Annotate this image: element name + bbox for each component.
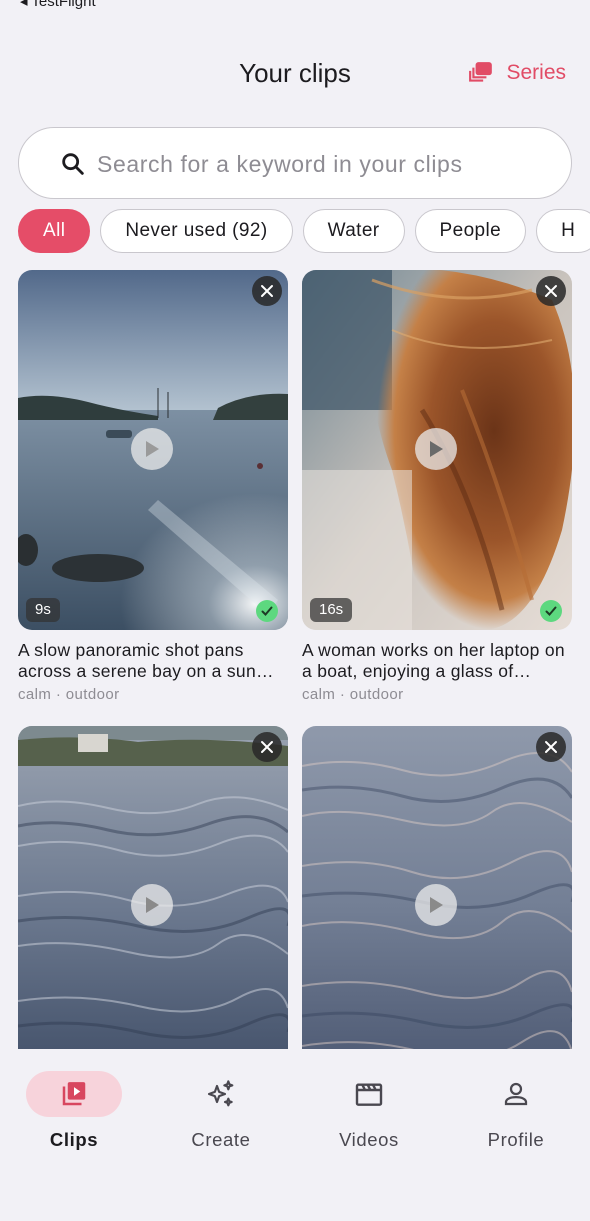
search-icon: [62, 153, 84, 175]
clip-tags: calm · outdoor: [18, 686, 120, 703]
nav-label-clips: Clips: [49, 1129, 99, 1150]
nav-icon-wrap: [321, 1071, 417, 1117]
play-icon: [430, 897, 443, 913]
clip-description: A woman works on her laptop on a boat, e…: [302, 640, 565, 681]
clip-description: A slow panoramic shot pans across a sere…: [18, 640, 274, 681]
person-icon: [504, 1082, 528, 1106]
nav-label-videos: Videos: [339, 1129, 399, 1150]
search-bar[interactable]: [18, 127, 572, 199]
chip-never-used[interactable]: Never used (92): [100, 209, 293, 253]
chip-partial[interactable]: H: [536, 209, 590, 253]
nav-icon-wrap: [173, 1071, 269, 1117]
chip-all[interactable]: All: [18, 209, 91, 253]
series-button[interactable]: Series: [468, 60, 566, 86]
sparkle-icon: [207, 1080, 234, 1107]
play-button[interactable]: [415, 884, 457, 926]
used-check-icon: [256, 600, 278, 622]
film-icon: [355, 1083, 383, 1106]
clip-thumbnail[interactable]: 16s: [302, 270, 572, 630]
back-to-testflight[interactable]: ◂ TestFlight: [20, 0, 96, 10]
header: Your clips Series: [0, 50, 590, 98]
close-icon: [545, 741, 557, 753]
clip-thumbnail[interactable]: 9s: [18, 270, 288, 630]
play-button[interactable]: [131, 428, 173, 470]
nav-label-profile: Profile: [487, 1129, 545, 1150]
remove-clip-button[interactable]: [252, 732, 282, 762]
nav-active-indicator: [26, 1071, 122, 1117]
chip-people[interactable]: People: [414, 209, 527, 253]
duration-badge: 9s: [26, 598, 60, 622]
close-icon: [261, 741, 273, 753]
clip-card[interactable]: [302, 726, 572, 1086]
clips-icon: [62, 1082, 86, 1106]
remove-clip-button[interactable]: [536, 732, 566, 762]
nav-item-clips[interactable]: Clips: [0, 1071, 148, 1151]
duration-badge: 16s: [310, 598, 353, 622]
play-button[interactable]: [415, 428, 457, 470]
filter-chips: All Never used (92) Water People H: [18, 209, 590, 255]
nav-item-videos[interactable]: Videos: [295, 1071, 443, 1151]
close-icon: [261, 285, 273, 297]
series-icon: [469, 62, 493, 82]
series-label: Series: [506, 61, 566, 84]
clip-tags: calm · outdoor: [302, 686, 404, 703]
remove-clip-button[interactable]: [536, 276, 566, 306]
nav-item-profile[interactable]: Profile: [442, 1071, 590, 1151]
play-button[interactable]: [131, 884, 173, 926]
clip-card[interactable]: [18, 726, 288, 1086]
clip-card[interactable]: 16s A woman works on her laptop on a boa…: [302, 270, 572, 703]
bottom-navigation: Clips Create Videos Profile: [0, 1049, 590, 1221]
clip-thumbnail[interactable]: [302, 726, 572, 1086]
remove-clip-button[interactable]: [252, 276, 282, 306]
play-icon: [146, 897, 159, 913]
search-input[interactable]: [97, 144, 547, 184]
nav-icon-wrap: [468, 1071, 564, 1117]
nav-label-create: Create: [191, 1129, 251, 1150]
clip-thumbnail[interactable]: [18, 726, 288, 1086]
nav-item-create[interactable]: Create: [147, 1071, 295, 1151]
close-icon: [545, 285, 557, 297]
play-icon: [430, 441, 443, 457]
chip-water[interactable]: Water: [302, 209, 405, 253]
used-check-icon: [540, 600, 562, 622]
clip-card[interactable]: 9s A slow panoramic shot pans across a s…: [18, 270, 288, 703]
play-icon: [146, 441, 159, 457]
